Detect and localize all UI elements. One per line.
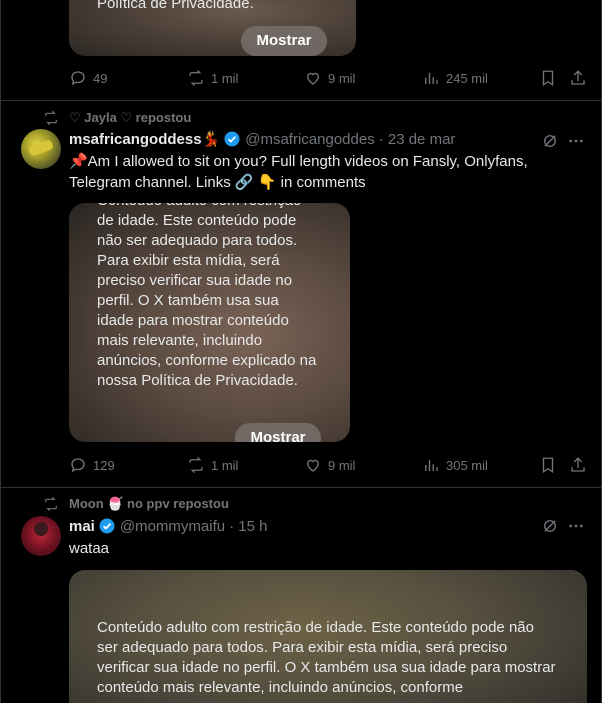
repost-count: 1 mil bbox=[211, 70, 239, 86]
bookmark-icon bbox=[542, 70, 554, 87]
author-handle[interactable]: @mommymaifu bbox=[120, 518, 225, 535]
views-count: 245 mil bbox=[446, 70, 488, 86]
author-handle[interactable]: @msafricangoddes bbox=[245, 131, 374, 148]
more-button[interactable] bbox=[567, 516, 585, 536]
repost-icon bbox=[45, 496, 57, 512]
grok-icon bbox=[544, 520, 556, 532]
repost-context-text: Moon 🍧 no ppv repostou bbox=[69, 496, 229, 511]
avatar[interactable] bbox=[21, 516, 61, 556]
post-date[interactable]: · 23 de mar bbox=[379, 131, 456, 148]
more-icon bbox=[569, 524, 583, 528]
like-button[interactable]: 9 mil bbox=[304, 453, 355, 477]
views-button[interactable]: 305 mil bbox=[422, 453, 488, 477]
repost-button[interactable]: 1 mil bbox=[187, 453, 238, 477]
post-header: msafricangoddess💃 @msafricangoddes · 23 … bbox=[69, 129, 455, 149]
repost-icon bbox=[189, 457, 203, 473]
timeline-feed: Política de Privacidade. Mostrar 49 1 mi… bbox=[0, 0, 602, 703]
post-header: mai @mommymaifu · 15 h bbox=[69, 516, 267, 536]
post-date[interactable]: · 15 h bbox=[229, 518, 267, 535]
post-text: 📌Am I allowed to sit on you? Full length… bbox=[69, 153, 528, 191]
reply-count: 129 bbox=[93, 457, 115, 473]
show-media-button[interactable]: Mostrar bbox=[241, 26, 327, 56]
share-button[interactable] bbox=[569, 453, 587, 477]
share-button[interactable] bbox=[569, 66, 587, 90]
post-1[interactable]: Política de Privacidade. Mostrar 49 1 mi… bbox=[1, 0, 601, 101]
repost-button[interactable]: 1 mil bbox=[187, 66, 238, 90]
bookmark-button[interactable] bbox=[539, 453, 557, 477]
repost-context-text: ♡ Jayla ♡ repostou bbox=[69, 110, 192, 125]
repost-count: 1 mil bbox=[211, 457, 239, 473]
sensitive-media[interactable]: Política de Privacidade. Mostrar bbox=[69, 0, 356, 56]
like-icon bbox=[307, 72, 319, 85]
post-actions: 129 1 mil 9 mil 305 mil bbox=[69, 453, 589, 477]
post-2[interactable]: ♡ Jayla ♡ repostou msafricangoddess💃 @ms… bbox=[1, 101, 601, 488]
verified-icon bbox=[99, 518, 115, 534]
avatar[interactable] bbox=[21, 129, 61, 169]
sensitive-media[interactable]: Conteúdo adulto com restrição de idade. … bbox=[69, 570, 587, 703]
share-icon bbox=[571, 457, 585, 472]
verified-icon bbox=[224, 131, 240, 147]
reply-icon bbox=[71, 458, 85, 473]
bookmark-icon bbox=[542, 457, 554, 474]
post-actions: 49 1 mil 9 mil 245 mil bbox=[69, 66, 589, 90]
reply-count: 49 bbox=[93, 70, 108, 86]
repost-icon bbox=[45, 110, 57, 126]
post-3[interactable]: Moon 🍧 no ppv repostou mai @mommymaifu ·… bbox=[1, 488, 601, 703]
sensitive-media[interactable]: Conteúdo adulto com restrição de idade. … bbox=[69, 203, 350, 442]
media-warning-text: Conteúdo adulto com restrição de idade. … bbox=[97, 203, 317, 389]
post-text: wataa bbox=[69, 540, 110, 557]
reply-icon bbox=[71, 71, 85, 86]
like-button[interactable]: 9 mil bbox=[304, 66, 355, 90]
views-icon bbox=[425, 459, 438, 471]
media-warning-text: Política de Privacidade. bbox=[97, 0, 254, 12]
views-button[interactable]: 245 mil bbox=[422, 66, 488, 90]
bookmark-button[interactable] bbox=[539, 66, 557, 90]
more-icon bbox=[569, 139, 583, 143]
more-button[interactable] bbox=[567, 131, 585, 151]
repost-context: Moon 🍧 no ppv repostou bbox=[43, 495, 229, 513]
grok-button[interactable] bbox=[541, 516, 559, 536]
views-count: 305 mil bbox=[446, 457, 488, 473]
views-icon bbox=[425, 72, 438, 84]
author-name[interactable]: mai bbox=[69, 518, 95, 535]
author-name[interactable]: msafricangoddess💃 bbox=[69, 130, 220, 148]
media-warning-text: Conteúdo adulto com restrição de idade. … bbox=[97, 619, 556, 696]
repost-context: ♡ Jayla ♡ repostou bbox=[43, 109, 191, 127]
grok-icon bbox=[544, 135, 556, 147]
like-count: 9 mil bbox=[328, 70, 356, 86]
like-icon bbox=[307, 459, 319, 472]
grok-button[interactable] bbox=[541, 131, 559, 151]
show-media-button[interactable]: Mostrar bbox=[235, 423, 321, 442]
repost-icon bbox=[189, 70, 203, 86]
reply-button[interactable]: 49 bbox=[69, 66, 107, 90]
like-count: 9 mil bbox=[328, 457, 356, 473]
share-icon bbox=[571, 70, 585, 85]
reply-button[interactable]: 129 bbox=[69, 453, 115, 477]
